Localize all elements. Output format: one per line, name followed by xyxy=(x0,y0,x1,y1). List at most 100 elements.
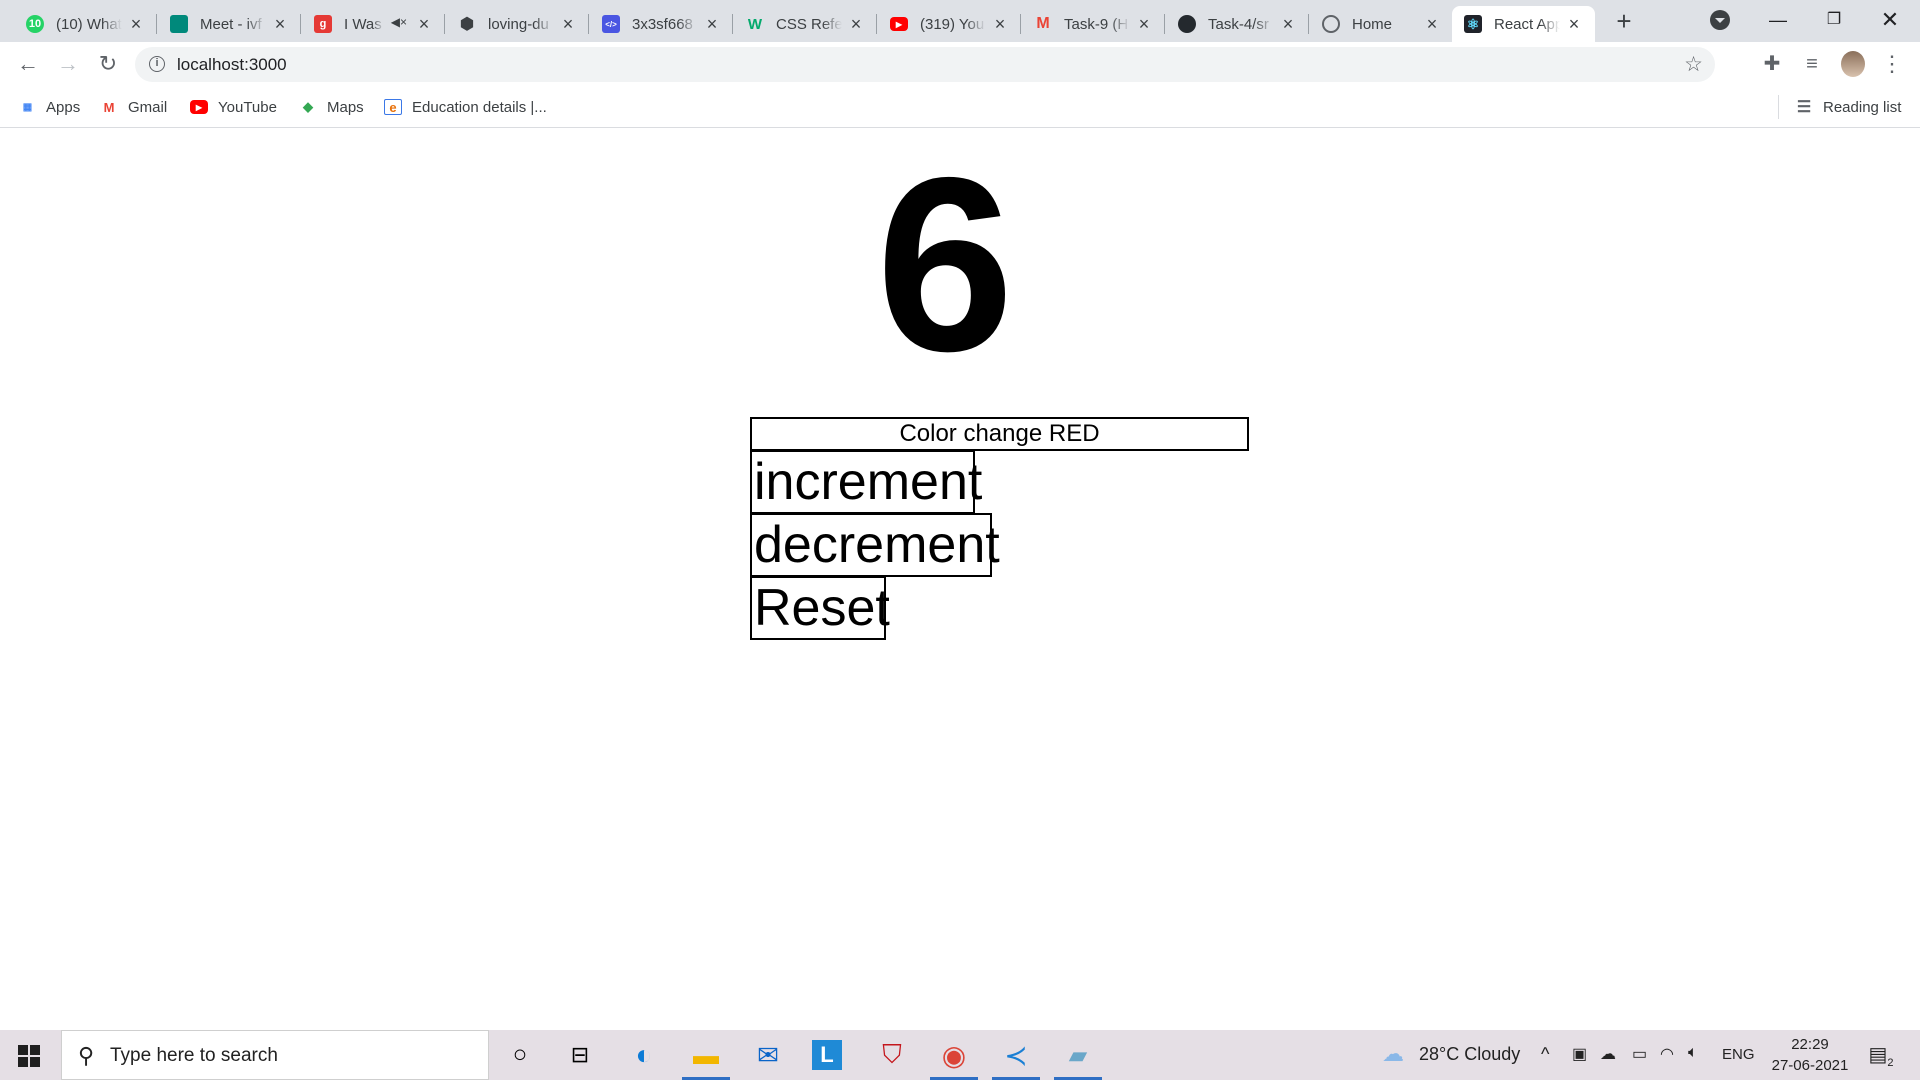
bookmark-gmail[interactable]: M Gmail xyxy=(100,97,168,117)
search-placeholder: Type here to search xyxy=(110,1045,278,1066)
youtube-icon: ▶ xyxy=(190,100,208,114)
decrement-button[interactable]: decrement xyxy=(750,513,1000,577)
tab-separator xyxy=(732,14,733,34)
bookmark-education[interactable]: e Education details |... xyxy=(384,97,547,117)
counter-display: 6 xyxy=(876,125,1014,403)
windows-start-icon[interactable] xyxy=(18,1045,40,1067)
tab-separator xyxy=(1020,14,1021,34)
bookmark-label: YouTube xyxy=(218,98,277,116)
tab-react-app[interactable]: ⚛ React App × xyxy=(1452,6,1595,42)
youtube-icon: ▶ xyxy=(890,17,908,31)
bookmark-youtube[interactable]: ▶ YouTube xyxy=(190,97,277,117)
speaker-muted-icon[interactable]: ◀× xyxy=(391,15,407,29)
react-icon: ⚛ xyxy=(1464,15,1482,33)
tab-meet[interactable]: Meet - ivf × xyxy=(158,6,301,42)
profile-avatar[interactable] xyxy=(1841,51,1865,77)
tab-gmail-task9[interactable]: M Task-9 (H × xyxy=(1022,6,1165,42)
tab-separator xyxy=(1308,14,1309,34)
close-icon[interactable]: × xyxy=(559,15,577,33)
reset-button[interactable]: Reset xyxy=(750,576,890,640)
extensions-puzzle-icon[interactable]: ✚ xyxy=(1760,52,1784,76)
new-tab-icon[interactable]: + xyxy=(1610,8,1638,36)
window-close-icon[interactable]: ✕ xyxy=(1862,0,1918,40)
mcafee-shield-icon[interactable]: ⛉ xyxy=(874,1038,910,1072)
media-control-icon[interactable]: ≡ xyxy=(1800,52,1824,76)
volume-icon[interactable]: 🔈︎ xyxy=(1688,1044,1698,1062)
tab-label: (10) WhatsApp xyxy=(56,15,122,33)
back-arrow-icon[interactable]: ← xyxy=(14,50,42,78)
tab-label: Task-4/sr xyxy=(1208,15,1269,33)
bookmark-maps[interactable]: ◆ Maps xyxy=(299,97,364,117)
tab-home[interactable]: Home × xyxy=(1310,6,1453,42)
close-icon[interactable]: × xyxy=(271,15,289,33)
close-icon[interactable]: × xyxy=(1279,15,1297,33)
tab-code[interactable]: </> 3x3sf668 × xyxy=(590,6,733,42)
increment-button[interactable]: increment xyxy=(750,450,982,514)
windows-taskbar: ⚲ Type here to search ○ ⊟ ◐ ▬ ✉ L ⛉ ◉ ≺ … xyxy=(0,1030,1920,1080)
bookmark-label: Maps xyxy=(327,98,364,116)
tab-label: React App xyxy=(1494,15,1560,33)
gmail-icon: M xyxy=(103,99,115,115)
url-text[interactable]: localhost:3000 xyxy=(177,55,287,75)
minimize-icon[interactable]: — xyxy=(1750,0,1806,40)
browser-toolbar: ← → ↻ i localhost:3000 ☆ ✚ ≡ ⋮ xyxy=(0,42,1920,87)
task-view-icon[interactable]: ⊟ xyxy=(562,1038,598,1072)
wifi-icon[interactable]: ◠ xyxy=(1660,1044,1674,1064)
reading-list-label: Reading list xyxy=(1823,98,1902,116)
file-explorer-icon[interactable]: ▬ xyxy=(682,1038,730,1080)
mail-icon[interactable]: ✉ xyxy=(750,1038,786,1072)
restore-icon[interactable]: ❐ xyxy=(1806,0,1862,40)
app-window-icon[interactable]: ▰ xyxy=(1054,1038,1102,1080)
color-change-button[interactable]: Color change RED xyxy=(750,417,1249,451)
close-icon[interactable]: × xyxy=(991,15,1009,33)
notifications-icon[interactable]: ▤2 xyxy=(1868,1042,1894,1069)
forward-arrow-icon[interactable]: → xyxy=(54,50,82,78)
address-bar[interactable]: i localhost:3000 ☆ xyxy=(135,47,1715,82)
bookmark-apps[interactable]: ▦ Apps xyxy=(18,97,80,117)
tab-loving[interactable]: ⬢ loving-du × xyxy=(446,6,589,42)
tab-css-reference[interactable]: W CSS Refer × xyxy=(734,6,877,42)
close-icon[interactable]: × xyxy=(1135,15,1153,33)
more-menu-icon[interactable]: ⋮ xyxy=(1880,52,1904,76)
close-icon[interactable]: × xyxy=(127,15,145,33)
battery-icon[interactable]: ▭ xyxy=(1632,1044,1647,1064)
site-info-icon[interactable]: i xyxy=(149,56,165,72)
l-app-icon[interactable]: L xyxy=(812,1040,842,1070)
show-hidden-icons-icon[interactable]: ^ xyxy=(1541,1044,1549,1065)
bookmark-star-icon[interactable]: ☆ xyxy=(1684,52,1703,77)
language-indicator[interactable]: ENG xyxy=(1722,1046,1755,1063)
reading-list-button[interactable]: ☰ Reading list xyxy=(1795,97,1902,117)
close-icon[interactable]: × xyxy=(415,15,433,33)
weather-text[interactable]: 28°C Cloudy xyxy=(1419,1044,1520,1065)
github-icon xyxy=(1178,15,1196,33)
tab-separator xyxy=(444,14,445,34)
close-icon[interactable]: × xyxy=(847,15,865,33)
tab-youtube[interactable]: ▶ (319) You × xyxy=(878,6,1021,42)
edge-icon[interactable]: ◐ xyxy=(626,1038,662,1072)
close-icon[interactable]: × xyxy=(703,15,721,33)
close-icon[interactable]: × xyxy=(1423,15,1441,33)
tab-separator xyxy=(300,14,301,34)
tab-i-was[interactable]: g I Was ◀× × xyxy=(302,6,445,42)
reload-icon[interactable]: ↻ xyxy=(94,50,122,78)
gmail-icon: M xyxy=(1036,15,1050,32)
tab-separator xyxy=(1164,14,1165,34)
bookmark-label: Gmail xyxy=(128,98,168,116)
tab-github-task4[interactable]: Task-4/sr × xyxy=(1166,6,1309,42)
apps-grid-icon: ▦ xyxy=(22,101,32,113)
tab-label: Home xyxy=(1352,15,1393,33)
tab-search-icon[interactable] xyxy=(1710,10,1730,30)
tab-label: Task-9 (H xyxy=(1064,15,1129,33)
taskbar-clock[interactable]: 22:29 27-06-2021 xyxy=(1760,1034,1860,1076)
meet-now-icon[interactable]: ▣ xyxy=(1572,1044,1587,1064)
onedrive-icon[interactable]: ☁ xyxy=(1600,1044,1616,1064)
tab-separator xyxy=(156,14,157,34)
cortana-icon[interactable]: ○ xyxy=(502,1038,538,1072)
tab-label: loving-du xyxy=(488,15,549,33)
vscode-icon[interactable]: ≺ xyxy=(992,1038,1040,1080)
tab-whatsapp[interactable]: 10 (10) WhatsApp × xyxy=(14,6,157,42)
taskbar-search-box[interactable]: ⚲ Type here to search xyxy=(61,1030,489,1080)
chrome-icon[interactable]: ◉ xyxy=(930,1038,978,1080)
weather-cloud-icon[interactable]: ☁ xyxy=(1382,1041,1404,1067)
close-icon[interactable]: × xyxy=(1565,15,1583,33)
